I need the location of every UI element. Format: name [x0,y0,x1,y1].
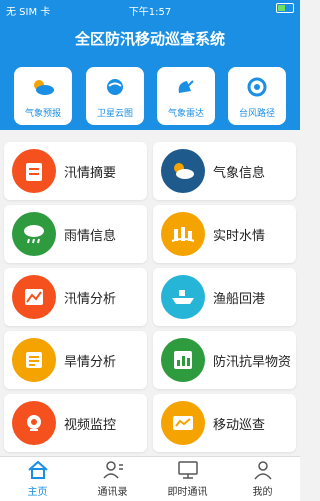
tool-label: 气象预报 [24,109,61,119]
user-icon [225,457,300,483]
card-realtime-water[interactable]: 实时水情 [153,205,296,263]
home-icon [0,457,75,483]
card-label: 实时水情 [213,228,266,244]
card-label: 视频监控 [64,417,117,433]
tab-mine[interactable]: 我的 [225,457,300,501]
card-video-monitor[interactable]: 视频监控 [4,394,147,452]
status-indicators [276,3,294,13]
app-title: 全区防汛移动巡查系统 [0,18,300,60]
tab-label: 我的 [252,487,273,498]
card-label: 气象信息 [213,165,266,181]
bottom-tab-bar: 主页 通讯录 即时通讯 我的 [0,456,300,501]
tab-label: 主页 [27,487,48,498]
ship-icon [161,275,205,319]
contacts-icon [75,457,150,483]
card-label: 渔船回港 [213,291,266,307]
card-label: 汛情摘要 [64,165,117,181]
patrol-screen-icon [161,401,205,445]
camera-icon [12,401,56,445]
image-chart-icon [12,275,56,319]
card-label: 防汛抗旱物资 [213,354,292,370]
water-level-icon [161,212,205,256]
tool-satellite-cloud[interactable]: 卫星云图 [86,67,144,125]
card-label: 旱情分析 [64,354,117,370]
tab-label: 通讯录 [97,487,128,498]
tool-weather-radar[interactable]: 气象雷达 [157,67,215,125]
bar-chart-icon [161,338,205,382]
status-bar: 无 SIM 卡 下午1:57 [0,0,300,18]
radar-dish-icon [157,77,215,102]
card-flood-summary[interactable]: 汛情摘要 [4,142,147,200]
rain-cloud-icon [12,212,56,256]
tool-typhoon-path[interactable]: 台风路径 [228,67,286,125]
tab-label: 即时通讯 [167,487,208,498]
document-icon [12,338,56,382]
card-fishing-boat-return[interactable]: 渔船回港 [153,268,296,326]
tool-label: 气象雷达 [167,109,204,119]
typhoon-icon [228,77,286,102]
monitor-icon [150,457,225,483]
card-label: 移动巡查 [213,417,266,433]
battery-icon [276,3,294,13]
card-drought-analysis[interactable]: 旱情分析 [4,331,147,389]
notepad-icon [12,149,56,193]
cloud-sun-icon [161,149,205,193]
tool-label: 卫星云图 [96,109,133,119]
card-flood-drought-supplies[interactable]: 防汛抗旱物资 [153,331,296,389]
quick-tools-bar: 气象预报 卫星云图 气象雷达 台风路径 [0,60,300,138]
function-grid: 汛情摘要 气象信息 雨情信息 实时水情 汛情分析 渔船回港 旱情分析 防汛抗旱物… [0,138,300,456]
tab-home[interactable]: 主页 [0,457,75,501]
card-label: 雨情信息 [64,228,117,244]
status-time: 下午1:57 [128,7,172,18]
card-label: 汛情分析 [64,291,117,307]
tab-instant-messaging[interactable]: 即时通讯 [150,457,225,501]
card-rain-info[interactable]: 雨情信息 [4,205,147,263]
tool-label: 台风路径 [238,109,275,119]
tab-contacts[interactable]: 通讯录 [75,457,150,501]
card-flood-analysis[interactable]: 汛情分析 [4,268,147,326]
weather-forecast-icon [14,77,72,102]
tool-weather-forecast[interactable]: 气象预报 [14,67,72,125]
card-weather-info[interactable]: 气象信息 [153,142,296,200]
card-mobile-patrol[interactable]: 移动巡查 [153,394,296,452]
satellite-cloud-icon [86,77,144,102]
